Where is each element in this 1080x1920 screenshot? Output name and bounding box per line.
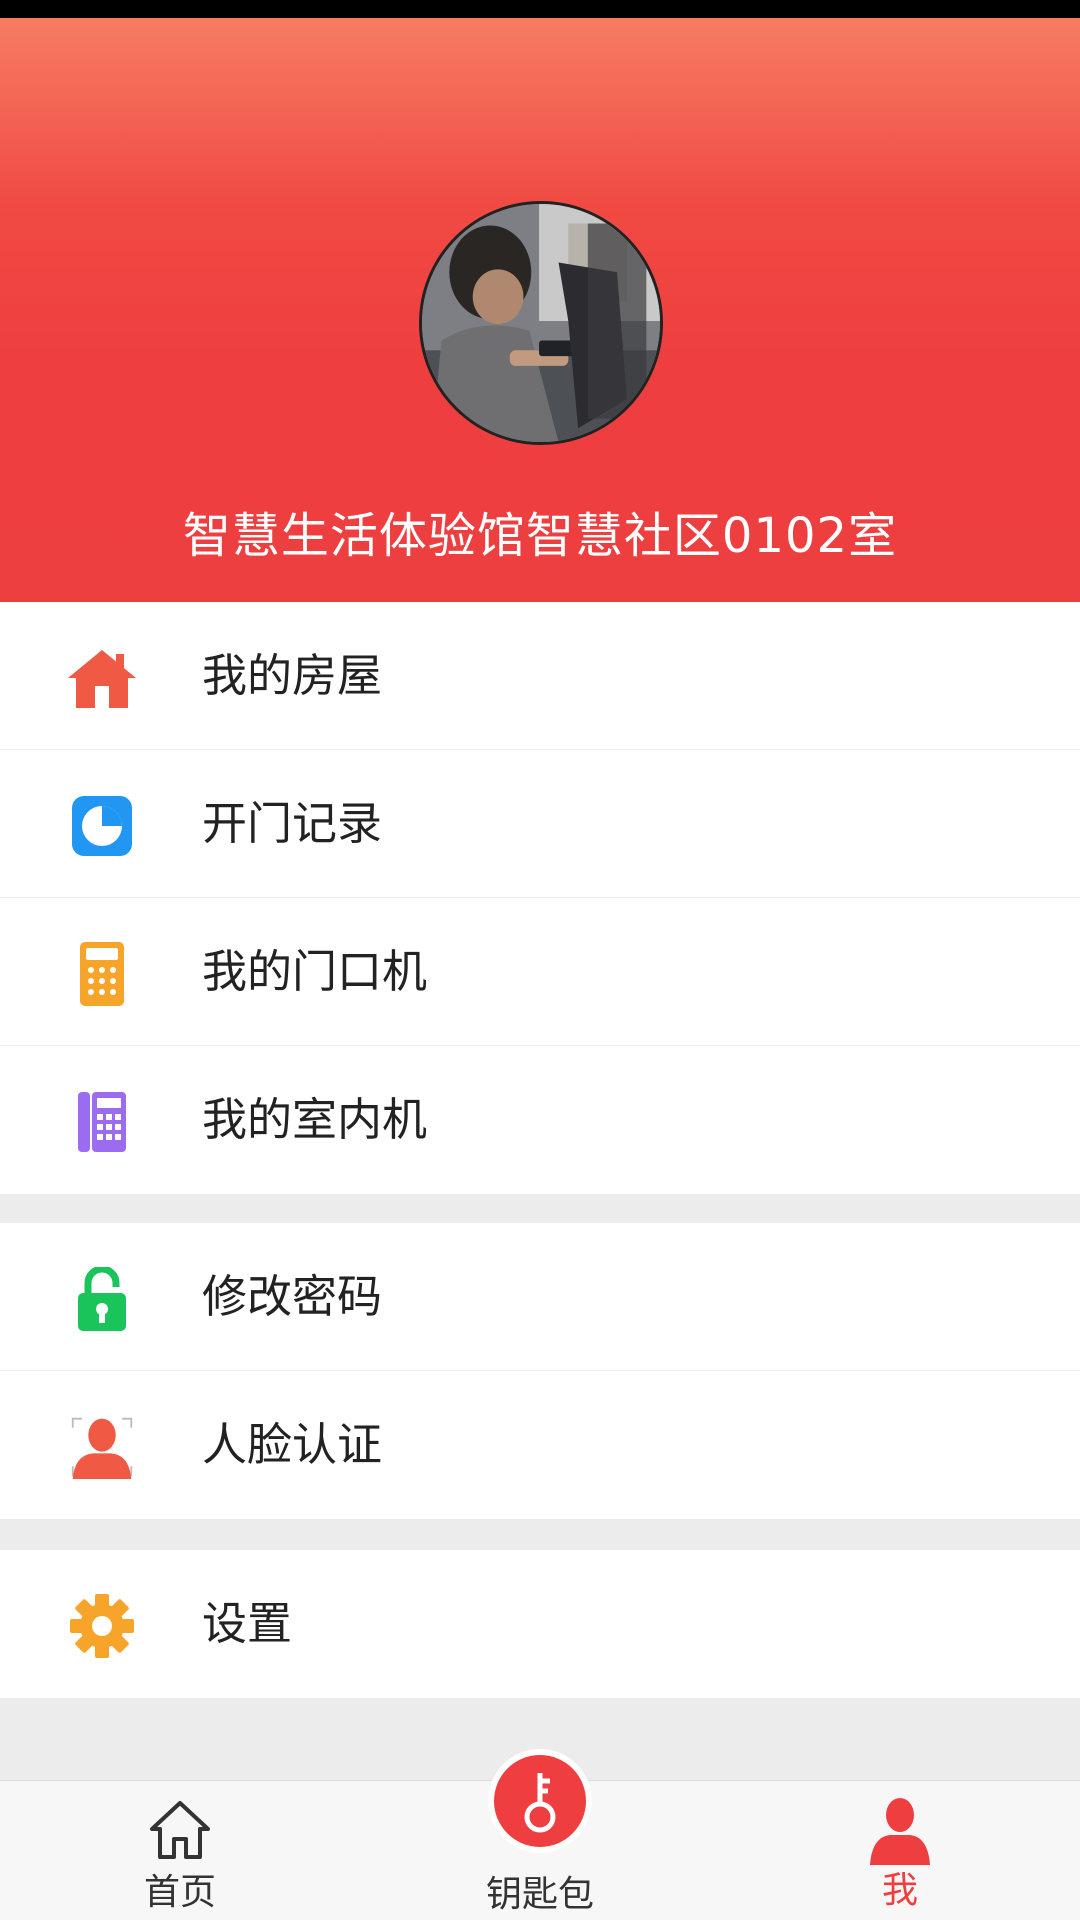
tab-home[interactable]: 首页 (110, 1781, 250, 1920)
menu-label: 我的房屋 (202, 649, 383, 702)
avatar-photo (422, 204, 660, 442)
person-icon (868, 1795, 932, 1865)
tab-keys[interactable]: 钥匙包 (450, 1749, 630, 1920)
menu-group-security: 修改密码 人脸认证 (0, 1223, 1080, 1519)
home-icon (148, 1797, 212, 1861)
key-icon (488, 1749, 592, 1853)
face-id-icon (66, 1415, 138, 1479)
menu-item-my-house[interactable]: 我的房屋 (0, 602, 1080, 750)
menu-item-indoor-unit[interactable]: 我的室内机 (0, 1046, 1080, 1194)
menu-item-door-records[interactable]: 开门记录 (0, 750, 1080, 898)
bottom-nav: 首页 钥匙包 我 (0, 1749, 1080, 1920)
avatar[interactable] (419, 201, 663, 445)
intercom-icon (66, 1090, 138, 1154)
room-name: 智慧生活体验馆智慧社区0102室 (182, 508, 898, 564)
house-icon (66, 646, 138, 710)
status-bar (0, 0, 1080, 18)
profile-header: 智慧生活体验馆智慧社区0102室 (0, 18, 1080, 602)
menu-label: 设置 (202, 1597, 293, 1650)
pie-chart-icon (66, 794, 138, 858)
menu-label: 开门记录 (202, 797, 383, 850)
menu-label: 人脸认证 (202, 1418, 383, 1471)
tab-me[interactable]: 我 (840, 1781, 960, 1920)
menu-group-house: 我的房屋 开门记录 我的门口机 我的室内机 (0, 602, 1080, 1194)
gear-icon (66, 1594, 138, 1658)
menu-item-door-unit[interactable]: 我的门口机 (0, 898, 1080, 1046)
menu-item-settings[interactable]: 设置 (0, 1550, 1080, 1698)
tab-me-label: 我 (881, 1870, 918, 1911)
tab-home-label: 首页 (143, 1872, 216, 1913)
menu-label: 我的室内机 (202, 1093, 428, 1146)
tab-keys-label: 钥匙包 (485, 1874, 594, 1915)
keypad-icon (66, 942, 138, 1006)
menu-group-settings: 设置 (0, 1550, 1080, 1698)
menu-label: 修改密码 (202, 1270, 383, 1323)
menu-item-face-auth[interactable]: 人脸认证 (0, 1371, 1080, 1519)
menu-label: 我的门口机 (202, 945, 428, 998)
menu-item-change-password[interactable]: 修改密码 (0, 1223, 1080, 1371)
unlock-icon (66, 1267, 138, 1331)
